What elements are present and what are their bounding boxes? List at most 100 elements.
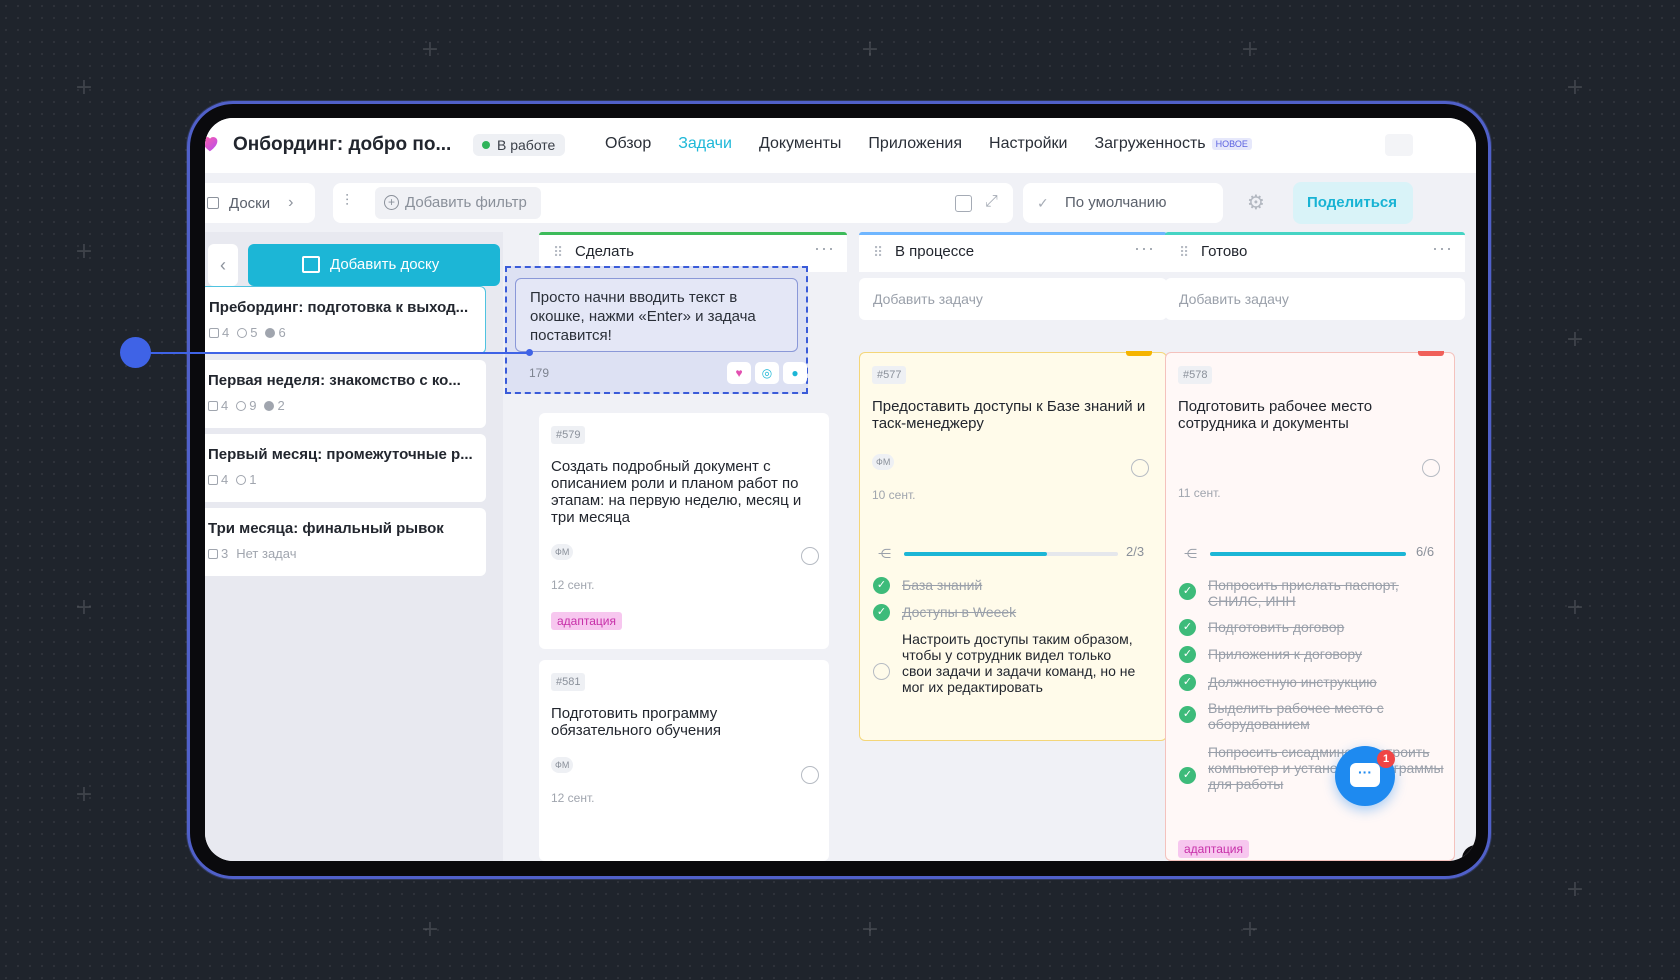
add-task-input[interactable]: Добавить задачу [1165, 278, 1465, 320]
priority-flag [1126, 351, 1152, 356]
view-selector[interactable]: ✓ По умолчанию [1023, 183, 1223, 223]
sliders-icon[interactable]: ⫶ [345, 193, 365, 213]
board-icon [207, 197, 219, 209]
task-title: Подготовить программу обязательного обуч… [551, 705, 722, 739]
done-check-icon[interactable]: ✓ [1179, 767, 1196, 784]
background-plus-icon: + [420, 37, 440, 62]
board-title: Первая неделя: знакомство с ко... [208, 372, 461, 389]
done-check-icon[interactable]: ✓ [1179, 706, 1196, 723]
more-icon[interactable]: ··· [814, 228, 835, 268]
project-title[interactable]: Онбординг: добро по... [233, 134, 451, 156]
more-icon[interactable]: ··· [1432, 228, 1453, 268]
subtasks-icon: ⋲ [878, 546, 891, 561]
task-title: Предоставить доступы к Базе знаний и тас… [872, 398, 1146, 432]
draft-number: 179 [529, 366, 550, 380]
background-plus-icon: + [1240, 917, 1260, 942]
tab-workload[interactable]: Загруженность НОВОЕ [1094, 135, 1252, 153]
task-date: 12 сент. [551, 791, 595, 805]
tag-label[interactable]: адаптация [551, 612, 622, 630]
add-filter-button[interactable]: + Добавить фильтр [375, 187, 541, 219]
heart-icon[interactable]: ♥ [727, 362, 751, 384]
toggle-icon[interactable]: ● [783, 362, 807, 384]
board-icon [208, 474, 218, 485]
top-navigation: Онбординг: добро по... В работе Обзор За… [205, 118, 1476, 173]
done-check-icon[interactable]: ✓ [1179, 646, 1196, 663]
boards-toggle[interactable]: Доски › [205, 183, 315, 223]
task-id: #579 [551, 426, 586, 444]
done-check-icon[interactable]: ✓ [1179, 619, 1196, 636]
chevron-left-icon: ‹ [220, 255, 226, 275]
done-check-icon[interactable]: ✓ [873, 577, 890, 594]
task-card[interactable]: #577 Предоставить доступы к Базе знаний … [859, 351, 1167, 741]
collapse-button[interactable]: ‹ [208, 244, 238, 286]
new-task-input[interactable]: Просто начни вводить текст в окошке, наж… [515, 278, 798, 352]
pointer-dot [120, 337, 151, 368]
new-task-draft[interactable]: Просто начни вводить текст в окошке, наж… [505, 266, 808, 394]
save-icon[interactable] [955, 195, 972, 212]
tab-tasks[interactable]: Задачи [678, 135, 732, 153]
gear-icon[interactable]: ⚙ [1245, 192, 1267, 214]
board-stat: 4 [221, 398, 229, 413]
board-icon [209, 327, 219, 338]
circle-icon [236, 474, 247, 485]
board-item[interactable]: Первая неделя: знакомство с ко... 4 9 2 [205, 360, 486, 428]
tab-settings[interactable]: Настройки [989, 135, 1067, 153]
priority-icon[interactable]: ◎ [755, 362, 779, 384]
chat-bubble-icon: ··· [1350, 763, 1380, 787]
drag-handle-icon[interactable]: ⠿ [1179, 232, 1189, 272]
column-header-done[interactable]: ⠿ Готово ··· [1165, 232, 1465, 272]
tab-documents[interactable]: Документы [759, 135, 841, 153]
chat-button[interactable]: ··· 1 [1335, 746, 1395, 806]
tab-overview[interactable]: Обзор [605, 135, 651, 153]
board-icon [302, 256, 320, 273]
board-title: Пребординг: подготовка к выход... [209, 299, 469, 316]
avatar[interactable]: ФМ [872, 454, 895, 470]
board-stat: 4 [221, 472, 229, 487]
done-check-icon[interactable]: ✓ [873, 604, 890, 621]
avatar[interactable]: ФМ [551, 544, 574, 560]
complete-checkbox[interactable] [1131, 459, 1149, 477]
board-item[interactable]: Пребординг: подготовка к выход... 4 5 6 [205, 286, 486, 354]
task-card[interactable]: #578 Подготовить рабочее место сотрудник… [1165, 351, 1455, 861]
status-badge[interactable]: В работе [473, 134, 566, 156]
tab-apps[interactable]: Приложения [868, 135, 962, 153]
more-icon[interactable]: ··· [1134, 228, 1155, 268]
subtask-title: База знаний [902, 577, 983, 593]
tab-workload-label: Загруженность [1094, 135, 1206, 152]
priority-flag [1418, 351, 1444, 356]
share-button[interactable]: Поделиться [1293, 182, 1413, 224]
tag-label[interactable]: адаптация [1178, 840, 1249, 858]
subtask-title: Доступы в Weeek [902, 604, 1017, 620]
board-item[interactable]: Первый месяц: промежуточные р... 4 1 [205, 434, 486, 502]
add-filter-label: Добавить фильтр [405, 194, 527, 211]
no-tasks-label: Нет задач [236, 546, 297, 561]
app-screen: Онбординг: добро по... В работе Обзор За… [205, 118, 1476, 861]
subtask-checkbox[interactable] [873, 663, 890, 680]
avatar[interactable]: ФМ [551, 757, 574, 773]
done-check-icon[interactable]: ✓ [1179, 674, 1196, 691]
column-color-bar [859, 232, 1167, 235]
column-header-in-progress[interactable]: ⠿ В процессе ··· [859, 232, 1167, 272]
boards-label: Доски [229, 194, 271, 212]
progress-label: 6/6 [1416, 544, 1435, 559]
board-icon [208, 400, 218, 411]
complete-checkbox[interactable] [1422, 459, 1440, 477]
board-icon [208, 548, 218, 559]
complete-checkbox[interactable] [801, 547, 819, 565]
board-stat: 9 [249, 398, 257, 413]
drag-handle-icon[interactable]: ⠿ [873, 232, 883, 272]
board-stat: 2 [277, 398, 285, 413]
plus-circle-icon: + [384, 195, 399, 210]
task-card[interactable]: #581 Подготовить программу обязательного… [539, 660, 829, 861]
expand-icon[interactable]: ⤢ [985, 193, 998, 211]
add-board-button[interactable]: Добавить доску [248, 244, 500, 286]
task-card[interactable]: #579 Создать подробный документ с описан… [539, 413, 829, 649]
task-title: Подготовить рабочее место сотрудника и д… [1178, 398, 1373, 432]
board-item[interactable]: Три месяца: финальный рывок 3 Нет задач [205, 508, 486, 576]
background-plus-icon: + [1240, 37, 1260, 62]
done-check-icon[interactable]: ✓ [1179, 583, 1196, 600]
add-task-input[interactable]: Добавить задачу [859, 278, 1167, 320]
complete-checkbox[interactable] [801, 766, 819, 784]
progress-fill [1210, 552, 1406, 556]
boards-sidebar: ‹ Добавить доску Пребординг: подготовка … [205, 232, 503, 861]
